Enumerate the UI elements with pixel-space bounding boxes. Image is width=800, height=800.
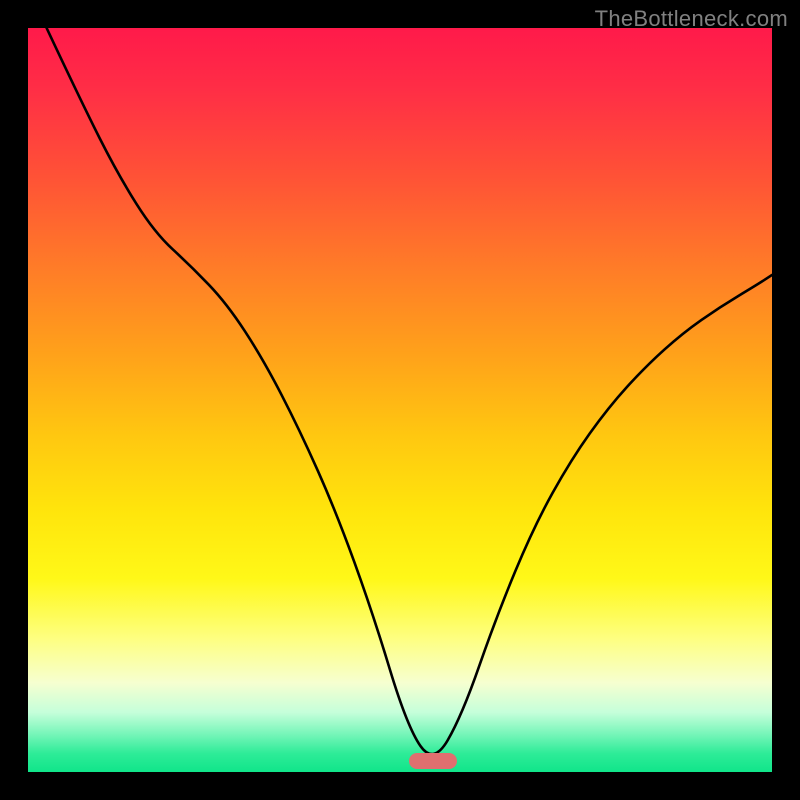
- plot-area: [28, 28, 772, 772]
- optimum-marker: [409, 753, 457, 769]
- bottleneck-curve: [28, 28, 772, 772]
- watermark-text: TheBottleneck.com: [595, 6, 788, 32]
- chart-container: TheBottleneck.com: [0, 0, 800, 800]
